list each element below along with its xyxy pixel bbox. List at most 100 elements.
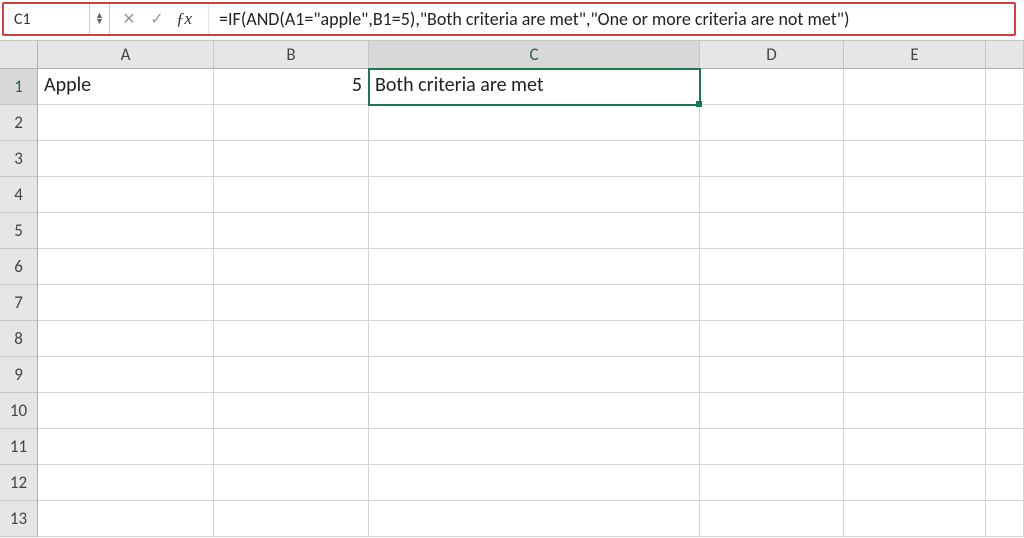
cell-c7[interactable] xyxy=(369,285,700,321)
cell-b3[interactable] xyxy=(214,141,369,177)
fx-icon[interactable]: ƒx xyxy=(176,9,198,29)
cell-e4[interactable] xyxy=(844,177,986,213)
cell-f7[interactable] xyxy=(986,285,1024,321)
cell-c13[interactable] xyxy=(369,501,700,537)
col-header-e[interactable]: E xyxy=(844,41,986,69)
cell-c10[interactable] xyxy=(369,393,700,429)
cell-f8[interactable] xyxy=(986,321,1024,357)
row-header-3[interactable]: 3 xyxy=(0,141,38,177)
cell-b11[interactable] xyxy=(214,429,369,465)
cell-e9[interactable] xyxy=(844,357,986,393)
cell-d3[interactable] xyxy=(700,141,844,177)
cell-b7[interactable] xyxy=(214,285,369,321)
cell-a9[interactable] xyxy=(38,357,214,393)
cell-e3[interactable] xyxy=(844,141,986,177)
cell-a4[interactable] xyxy=(38,177,214,213)
row-header-4[interactable]: 4 xyxy=(0,177,38,213)
cell-a8[interactable] xyxy=(38,321,214,357)
cell-f11[interactable] xyxy=(986,429,1024,465)
cell-e7[interactable] xyxy=(844,285,986,321)
cell-e12[interactable] xyxy=(844,465,986,501)
cell-a11[interactable] xyxy=(38,429,214,465)
cell-b2[interactable] xyxy=(214,105,369,141)
cell-f12[interactable] xyxy=(986,465,1024,501)
cell-b10[interactable] xyxy=(214,393,369,429)
cell-d8[interactable] xyxy=(700,321,844,357)
cell-c8[interactable] xyxy=(369,321,700,357)
cell-f9[interactable] xyxy=(986,357,1024,393)
cell-b8[interactable] xyxy=(214,321,369,357)
row-header-8[interactable]: 8 xyxy=(0,321,38,357)
cell-e5[interactable] xyxy=(844,213,986,249)
cell-e13[interactable] xyxy=(844,501,986,537)
col-header-d[interactable]: D xyxy=(700,41,844,69)
cell-d1[interactable] xyxy=(700,69,844,105)
row-header-7[interactable]: 7 xyxy=(0,285,38,321)
cell-f10[interactable] xyxy=(986,393,1024,429)
cell-d11[interactable] xyxy=(700,429,844,465)
cell-f3[interactable] xyxy=(986,141,1024,177)
name-box[interactable]: C1 xyxy=(4,4,90,34)
cell-d12[interactable] xyxy=(700,465,844,501)
cell-e8[interactable] xyxy=(844,321,986,357)
cell-c1[interactable]: Both criteria are met xyxy=(369,69,700,105)
cell-d5[interactable] xyxy=(700,213,844,249)
cell-d6[interactable] xyxy=(700,249,844,285)
cell-e1[interactable] xyxy=(844,69,986,105)
cell-b12[interactable] xyxy=(214,465,369,501)
cell-b4[interactable] xyxy=(214,177,369,213)
cell-e2[interactable] xyxy=(844,105,986,141)
cell-d13[interactable] xyxy=(700,501,844,537)
row-header-2[interactable]: 2 xyxy=(0,105,38,141)
cell-a7[interactable] xyxy=(38,285,214,321)
cell-b5[interactable] xyxy=(214,213,369,249)
cell-f5[interactable] xyxy=(986,213,1024,249)
cell-f2[interactable] xyxy=(986,105,1024,141)
cell-e10[interactable] xyxy=(844,393,986,429)
cell-f6[interactable] xyxy=(986,249,1024,285)
cell-a10[interactable] xyxy=(38,393,214,429)
cell-d9[interactable] xyxy=(700,357,844,393)
cell-b6[interactable] xyxy=(214,249,369,285)
col-header-a[interactable]: A xyxy=(38,41,214,69)
row-header-10[interactable]: 10 xyxy=(0,393,38,429)
col-header-c[interactable]: C xyxy=(369,41,700,69)
cell-c11[interactable] xyxy=(369,429,700,465)
row-header-11[interactable]: 11 xyxy=(0,429,38,465)
select-all-corner[interactable] xyxy=(0,41,38,69)
row-header-5[interactable]: 5 xyxy=(0,213,38,249)
cancel-icon[interactable]: ✕ xyxy=(120,9,138,29)
formula-input[interactable] xyxy=(209,4,1014,34)
cell-f4[interactable] xyxy=(986,177,1024,213)
col-header-extra[interactable] xyxy=(986,41,1024,69)
cell-a3[interactable] xyxy=(38,141,214,177)
col-header-b[interactable]: B xyxy=(214,41,369,69)
cell-b9[interactable] xyxy=(214,357,369,393)
row-header-13[interactable]: 13 xyxy=(0,501,38,537)
cell-b1[interactable]: 5 xyxy=(214,69,369,105)
cell-d10[interactable] xyxy=(700,393,844,429)
confirm-icon[interactable]: ✓ xyxy=(148,9,166,29)
cell-a12[interactable] xyxy=(38,465,214,501)
cell-a1[interactable]: Apple xyxy=(38,69,214,105)
cell-a5[interactable] xyxy=(38,213,214,249)
cell-a13[interactable] xyxy=(38,501,214,537)
row-header-1[interactable]: 1 xyxy=(0,69,38,105)
cell-a2[interactable] xyxy=(38,105,214,141)
cell-e11[interactable] xyxy=(844,429,986,465)
row-header-9[interactable]: 9 xyxy=(0,357,38,393)
cell-d2[interactable] xyxy=(700,105,844,141)
cell-d4[interactable] xyxy=(700,177,844,213)
cell-a6[interactable] xyxy=(38,249,214,285)
cell-f13[interactable] xyxy=(986,501,1024,537)
cell-c6[interactable] xyxy=(369,249,700,285)
cell-b13[interactable] xyxy=(214,501,369,537)
cell-e6[interactable] xyxy=(844,249,986,285)
cell-c4[interactable] xyxy=(369,177,700,213)
cell-c3[interactable] xyxy=(369,141,700,177)
cell-c2[interactable] xyxy=(369,105,700,141)
name-box-dropdown-icon[interactable]: ▲▼ xyxy=(90,4,110,34)
cell-f1[interactable] xyxy=(986,69,1024,105)
cell-c9[interactable] xyxy=(369,357,700,393)
cell-c12[interactable] xyxy=(369,465,700,501)
